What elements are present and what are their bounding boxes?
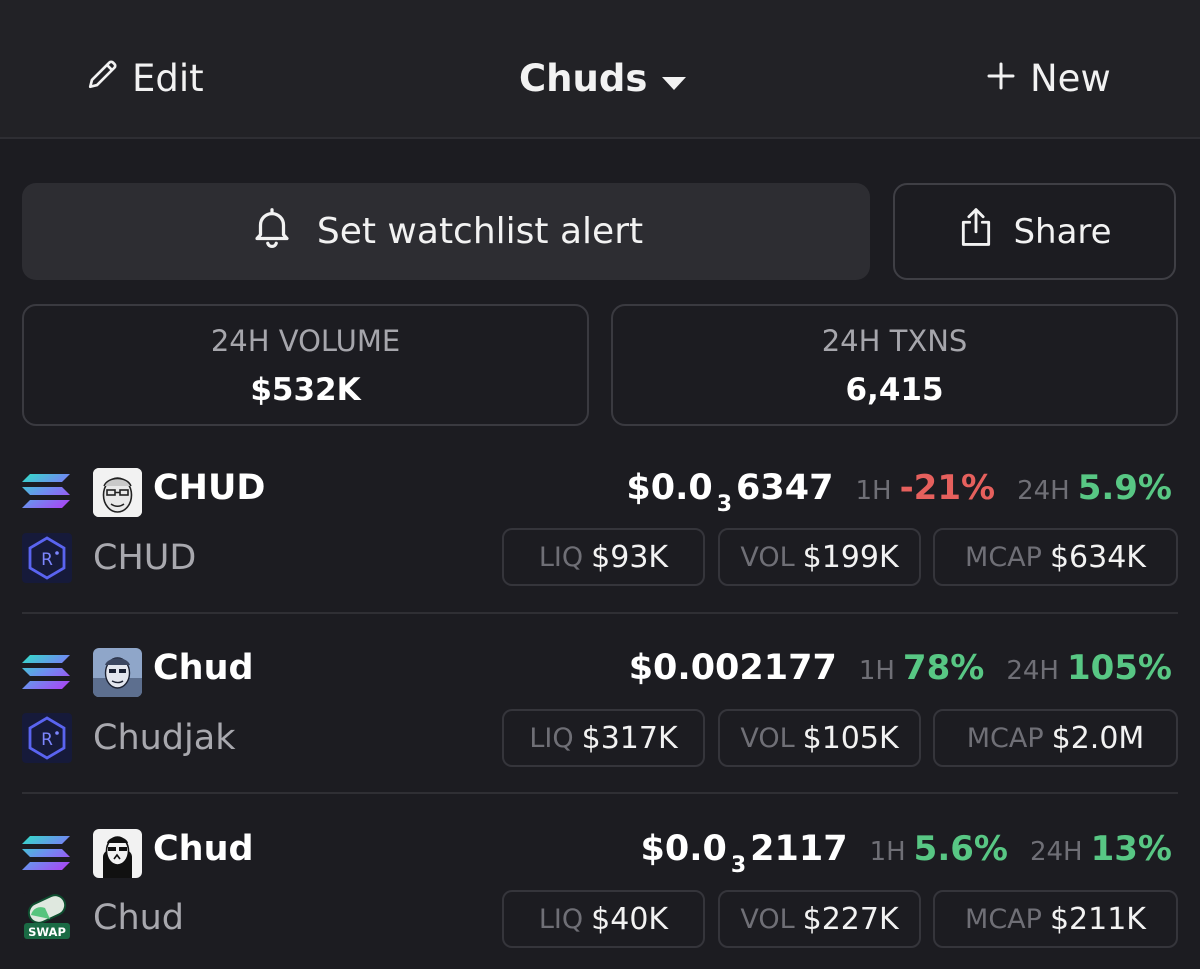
liq-value: $40K <box>591 901 669 937</box>
plus-icon <box>986 57 1016 100</box>
svg-text:R: R <box>41 730 53 750</box>
token-symbol: Chud <box>153 648 254 688</box>
change-1h-label: 1H <box>855 476 892 506</box>
solana-icon <box>22 653 72 693</box>
volume-pill: VOL $199K <box>718 528 921 586</box>
mcap-label: MCAP <box>965 903 1042 935</box>
vol-value: $105K <box>802 720 899 756</box>
change-1h-label: 1H <box>858 656 895 686</box>
change-1h-label: 1H <box>869 837 906 867</box>
share-label: Share <box>1013 211 1112 252</box>
solana-icon <box>22 472 72 512</box>
share-icon <box>957 206 995 257</box>
token-name: CHUD <box>93 538 197 578</box>
token-row[interactable]: Chud SWAP Chud $0.0 3 2117 1H 5.6% 24H 13%… <box>0 792 1200 969</box>
liq-label: LIQ <box>538 903 584 935</box>
token-row[interactable]: CHUD R CHUD $0.0 3 6347 1H -21% 24H 5.9% L… <box>0 432 1200 612</box>
vol-label: VOL <box>740 541 795 573</box>
token-name: Chudjak <box>93 718 236 758</box>
liquidity-pill: LIQ $40K <box>502 890 705 948</box>
token-symbol: Chud <box>153 829 254 869</box>
liq-value: $317K <box>581 720 678 756</box>
token-name: Chud <box>93 898 185 938</box>
txns-stat-card: 24H TXNS 6,415 <box>611 304 1178 426</box>
mcap-pill: MCAP $211K <box>933 890 1178 948</box>
liquidity-pill: LIQ $317K <box>502 709 705 767</box>
price-line: $0.002177 1H 78% 24H 105% <box>629 648 1172 688</box>
edit-label: Edit <box>132 56 204 100</box>
change-24h-label: 24H <box>1029 837 1083 867</box>
row-divider <box>22 612 1178 614</box>
volume-value: $532K <box>250 372 361 408</box>
change-24h-label: 24H <box>1006 656 1059 686</box>
token-price: $0.002177 <box>628 648 837 688</box>
solana-icon <box>22 834 72 874</box>
mcap-value: $634K <box>1049 539 1146 575</box>
change-1h-value: 5.6% <box>913 829 1008 869</box>
liq-label: LIQ <box>538 541 584 573</box>
pencil-icon <box>86 57 120 100</box>
change-24h-value: 105% <box>1066 648 1172 688</box>
svg-text:SWAP: SWAP <box>28 925 66 939</box>
pumpswap-icon: SWAP <box>22 893 72 943</box>
mcap-pill: MCAP $634K <box>933 528 1178 586</box>
token-price: $0.0 3 2117 <box>640 829 848 878</box>
change-24h-value: 5.9% <box>1077 468 1172 508</box>
change-1h-value: -21% <box>899 468 996 508</box>
share-button[interactable]: Share <box>893 183 1176 280</box>
alert-label: Set watchlist alert <box>316 211 644 252</box>
change-24h-label: 24H <box>1017 476 1070 506</box>
token-avatar <box>93 829 142 878</box>
caret-down-icon <box>661 57 687 100</box>
liq-value: $93K <box>591 539 669 575</box>
row-divider <box>22 792 1178 794</box>
price-line: $0.0 3 2117 1H 5.6% 24H 13% <box>640 829 1172 878</box>
vol-label: VOL <box>740 903 795 935</box>
liquidity-pill: LIQ $93K <box>502 528 705 586</box>
liq-label: LIQ <box>529 722 574 754</box>
token-avatar <box>93 648 142 697</box>
volume-pill: VOL $105K <box>718 709 921 767</box>
volume-label: 24H VOLUME <box>210 324 401 358</box>
svg-text:R: R <box>41 550 53 570</box>
vol-label: VOL <box>740 722 795 754</box>
vol-value: $199K <box>802 539 899 575</box>
top-bar: Edit Chuds New <box>0 0 1200 139</box>
set-watchlist-alert-button[interactable]: Set watchlist alert <box>22 183 870 280</box>
txns-value: 6,415 <box>845 372 944 408</box>
mcap-value: $2.0M <box>1051 720 1145 756</box>
bell-icon <box>249 204 295 259</box>
watchlist-name: Chuds <box>519 56 648 100</box>
mcap-label: MCAP <box>965 541 1042 573</box>
volume-stat-card: 24H VOLUME $532K <box>22 304 589 426</box>
mcap-pill: MCAP $2.0M <box>933 709 1178 767</box>
txns-label: 24H TXNS <box>821 324 968 358</box>
change-24h-value: 13% <box>1090 829 1172 869</box>
edit-button[interactable]: Edit <box>86 52 204 104</box>
token-symbol: CHUD <box>153 468 266 508</box>
raydium-icon: R <box>22 713 72 763</box>
token-price: $0.0 3 6347 <box>626 468 834 517</box>
mcap-value: $211K <box>1049 901 1146 937</box>
volume-pill: VOL $227K <box>718 890 921 948</box>
price-zero-count: 3 <box>716 492 733 517</box>
new-label: New <box>1030 56 1111 100</box>
mcap-label: MCAP <box>966 722 1044 754</box>
new-watchlist-button[interactable]: New <box>986 52 1111 104</box>
watchlist-selector[interactable]: Chuds <box>519 52 687 104</box>
vol-value: $227K <box>802 901 899 937</box>
raydium-icon: R <box>22 533 72 583</box>
token-avatar <box>93 468 142 517</box>
token-row[interactable]: Chud R Chudjak $0.002177 1H 78% 24H 105%… <box>0 612 1200 792</box>
price-zero-count: 3 <box>730 853 747 878</box>
change-1h-value: 78% <box>902 648 985 688</box>
price-line: $0.0 3 6347 1H -21% 24H 5.9% <box>626 468 1172 517</box>
